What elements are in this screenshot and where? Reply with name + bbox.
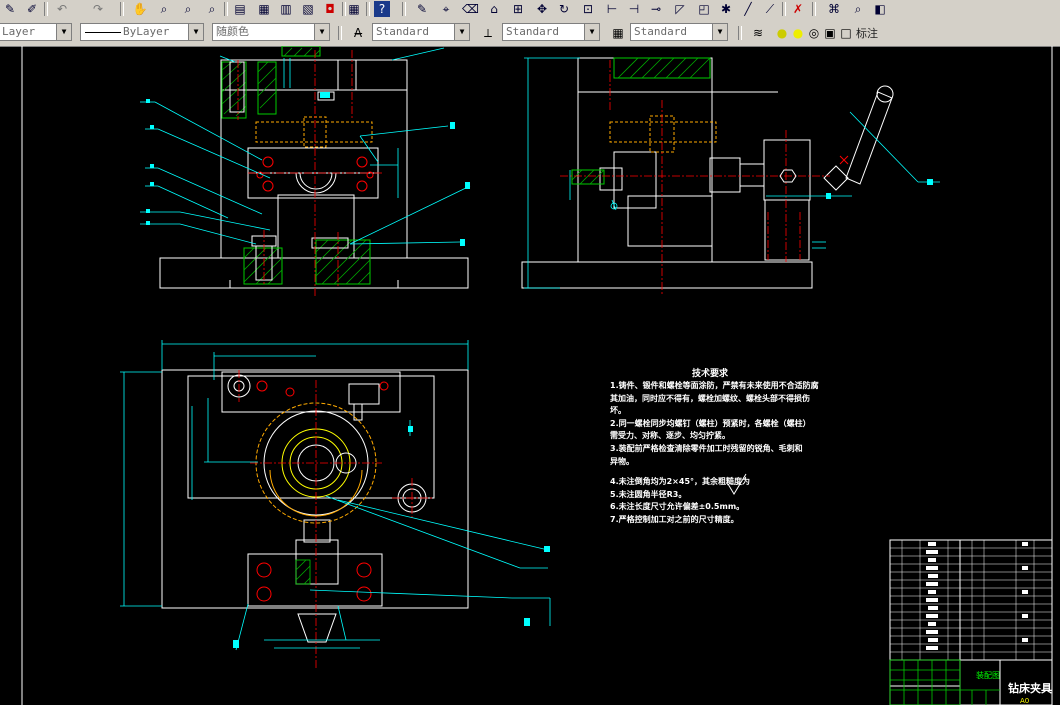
text-style-combo[interactable]: Standard ▼ — [372, 23, 470, 41]
chevron-down-icon[interactable]: ▼ — [314, 24, 329, 40]
redo-icon[interactable]: ↷ — [90, 1, 106, 17]
markup-icon[interactable]: ◘ — [322, 1, 338, 17]
move-icon[interactable]: ⌂ — [486, 1, 502, 17]
design-center-icon[interactable]: ▦ — [256, 1, 272, 17]
drawing-title: 钻床夹具 — [1008, 682, 1052, 695]
notes-line: 4.未注倒角均为2×45°，其余粗糙度为 — [610, 477, 751, 487]
pan-icon[interactable]: ✋ — [132, 1, 148, 17]
text-style-icon[interactable]: A̶ — [350, 25, 366, 41]
move2-icon[interactable]: ✥ — [534, 1, 550, 17]
tool-icon[interactable]: ✗ — [790, 1, 806, 17]
notes-line: 1.铸件、锻件和螺栓等面涂防，严禁有未来使用不合适防腐 — [610, 381, 819, 390]
color-combo[interactable]: 随颜色 ▼ — [212, 23, 330, 41]
zoom-realtime-icon[interactable]: ⌕ — [156, 1, 172, 17]
notes-line: 需受力、对称、逐步、均匀拧紧。 — [610, 431, 730, 441]
front-view-bolts — [229, 59, 357, 281]
front-view-centerlines — [237, 50, 382, 296]
table-style-icon[interactable]: ▦ — [610, 25, 626, 41]
layers-icon[interactable]: ≋ — [750, 25, 766, 41]
front-view-leaders — [140, 47, 471, 245]
layer-combo-label: Layer — [2, 25, 36, 38]
scale-icon[interactable]: ⊡ — [580, 1, 596, 17]
draw-line-icon[interactable]: ✎ — [414, 1, 430, 17]
linetype-combo[interactable]: ByLayer ▼ — [80, 23, 204, 41]
dim-style-label: Standard — [506, 25, 559, 38]
tool-palettes-icon[interactable]: ▥ — [278, 1, 294, 17]
front-view-balloons — [146, 92, 470, 246]
text-style-label: Standard — [376, 25, 429, 38]
erase-icon[interactable]: ⌫ — [462, 1, 479, 17]
zoom-previous-icon[interactable]: ⌕ — [204, 1, 220, 17]
chevron-down-icon[interactable]: ▼ — [454, 24, 469, 40]
drawing-canvas[interactable] — [0, 46, 1060, 705]
search-icon[interactable]: ⌕ — [850, 1, 866, 17]
notes-title: 技术要求 — [692, 369, 729, 379]
properties-icon[interactable]: ▤ — [232, 1, 248, 17]
chevron-down-icon[interactable]: ▼ — [584, 24, 599, 40]
technical-requirements: 技术要求 1.铸件、锻件和螺栓等面涂防，严禁有未来使用不合适防腐 其加油，同时应… — [610, 369, 819, 527]
top-view-balloons — [233, 426, 550, 648]
calc-icon[interactable]: ▦ — [346, 1, 362, 17]
multi-icon[interactable]: ⌖ — [438, 1, 454, 17]
rotate-icon[interactable]: ↻ — [556, 1, 572, 17]
top-view-hatch — [295, 559, 311, 585]
notes-line: 3.装配前严格检查清除零件加工时残留的锐角、毛刺和 — [610, 443, 803, 453]
chevron-down-icon[interactable]: ▼ — [56, 24, 71, 40]
side-view-hidden — [609, 115, 717, 153]
notes-line: 5.未注圆角半径R3。 — [610, 489, 687, 499]
notes-line: 2.同一螺栓同步均螺钉（螺柱）预紧时，各螺栓（螺柱） — [610, 418, 811, 428]
layer-color-icon[interactable]: □ — [838, 25, 854, 41]
notes-line: 异物。 — [610, 456, 634, 466]
properties-toolbar: Layer ▼ ByLayer ▼ 随颜色 ▼ A̶ Standard ▼ ⟂ … — [0, 20, 1060, 47]
notes-line: 7.严格控制加工对之前的尺寸精度。 — [610, 514, 739, 524]
color-combo-label: 随颜色 — [216, 25, 249, 38]
match-icon[interactable]: ⌘ — [826, 1, 842, 17]
title-block-green-grid — [889, 659, 1000, 705]
break-icon[interactable]: ⊸ — [648, 1, 664, 17]
pencil2-icon[interactable]: ✐ — [24, 1, 40, 17]
lock-icon[interactable]: ◎ — [806, 25, 822, 41]
top-view-holes — [256, 380, 389, 602]
notes-line — [610, 468, 819, 476]
render-icon[interactable]: ◧ — [872, 1, 888, 17]
dim-style-combo[interactable]: Standard ▼ — [502, 23, 600, 41]
zoom-window-icon[interactable]: ⌕ — [180, 1, 196, 17]
trim-icon[interactable]: ⊢ — [604, 1, 620, 17]
side-view-nut — [779, 155, 849, 183]
extend-icon[interactable]: ⊣ — [626, 1, 642, 17]
chevron-down-icon[interactable]: ▼ — [712, 24, 727, 40]
dim-style-icon[interactable]: ⟂ — [480, 25, 496, 41]
undo-icon[interactable]: ↶ — [54, 1, 70, 17]
side-view-hatch-fill — [571, 57, 711, 185]
table-style-combo[interactable]: Standard ▼ — [630, 23, 728, 41]
title-block-label: 装配图 — [976, 671, 1000, 680]
layer-name[interactable]: 标注 — [856, 25, 878, 41]
layer-combo[interactable]: Layer ▼ — [0, 23, 72, 41]
fillet-icon[interactable]: ◰ — [696, 1, 712, 17]
bulb-icon[interactable]: ● — [774, 25, 790, 41]
sheet-border — [21, 46, 1053, 705]
pencil-icon[interactable]: ✎ — [2, 1, 18, 17]
linetype-combo-label: ByLayer — [123, 25, 170, 38]
line-weight-icon[interactable]: ╱ — [740, 1, 756, 17]
top-view-dimensions — [120, 340, 551, 651]
explode-icon[interactable]: ✱ — [718, 1, 734, 17]
sun-icon[interactable]: ● — [790, 25, 806, 41]
copy-icon[interactable]: ⊞ — [510, 1, 526, 17]
help-icon[interactable]: ? — [374, 1, 390, 17]
notes-line: 坏。 — [610, 406, 626, 416]
chamfer-icon[interactable]: ◸ — [672, 1, 688, 17]
table-style-label: Standard — [634, 25, 687, 38]
chevron-down-icon[interactable]: ▼ — [188, 24, 203, 40]
side-view — [521, 57, 894, 289]
text-icon[interactable]: ⟋ — [762, 1, 778, 17]
sheet-size: A0 — [1020, 697, 1030, 705]
side-view-hatch — [571, 57, 711, 185]
standard-toolbar: ✎ ✐ ↶ ↷ ✋ ⌕ ⌕ ⌕ ▤ ▦ ▥ ▧ ◘ ▦ ? ✎ ⌖ ⌫ ⌂ ⊞ … — [0, 0, 1060, 21]
sheet-set-icon[interactable]: ▧ — [300, 1, 316, 17]
notes-line: 其加油，同时应不得有，螺栓加螺纹、螺栓头部不得损伤 — [610, 393, 810, 403]
layer-lock-icon[interactable]: ▣ — [822, 25, 838, 41]
notes-line: 6.未注长度尺寸允许偏差±0.5mm。 — [610, 502, 745, 512]
front-view — [159, 59, 469, 289]
